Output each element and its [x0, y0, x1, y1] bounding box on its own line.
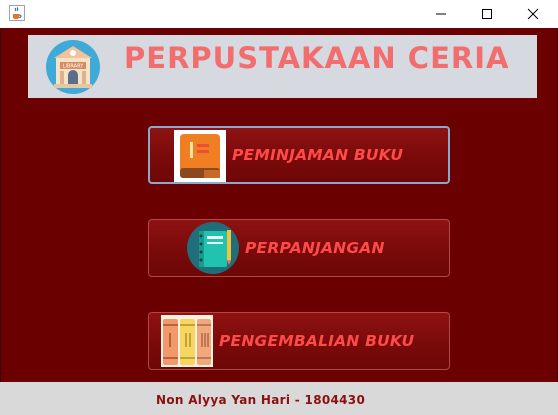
closed-book-icon	[174, 130, 226, 182]
main-panel: LIBRARY PERPUSTAKAAN CERIA PEMINJAMAN BU…	[0, 28, 558, 382]
footer-panel: Non Alyya Yan Hari - 1804430	[0, 382, 558, 415]
perpanjangan-button[interactable]: PERPANJANGAN	[148, 219, 450, 277]
peminjaman-buku-button[interactable]: PEMINJAMAN BUKU	[148, 126, 450, 184]
pengembalian-buku-button[interactable]: PENGEMBALIAN BUKU	[148, 312, 450, 370]
perpanjangan-label: PERPANJANGAN	[245, 239, 385, 257]
logo-text: LIBRARY	[63, 64, 85, 70]
maximize-icon	[482, 9, 492, 19]
books-stack-icon	[161, 315, 213, 367]
library-building-icon: LIBRARY	[46, 40, 100, 94]
pengembalian-buku-label: PENGEMBALIAN BUKU	[219, 332, 415, 350]
maximize-button[interactable]	[464, 0, 510, 28]
notebook-pen-icon	[187, 222, 239, 274]
minimize-icon	[436, 13, 446, 15]
header-panel: LIBRARY PERPUSTAKAAN CERIA	[28, 35, 537, 98]
java-coffee-icon	[9, 5, 25, 21]
close-icon	[527, 8, 539, 20]
window-titlebar	[0, 0, 558, 28]
footer-author-text: Non Alyya Yan Hari - 1804430	[156, 393, 366, 407]
app-title: PERPUSTAKAAN CERIA	[124, 41, 510, 75]
peminjaman-buku-label: PEMINJAMAN BUKU	[232, 146, 404, 164]
close-button[interactable]	[510, 0, 556, 28]
minimize-button[interactable]	[418, 0, 464, 28]
